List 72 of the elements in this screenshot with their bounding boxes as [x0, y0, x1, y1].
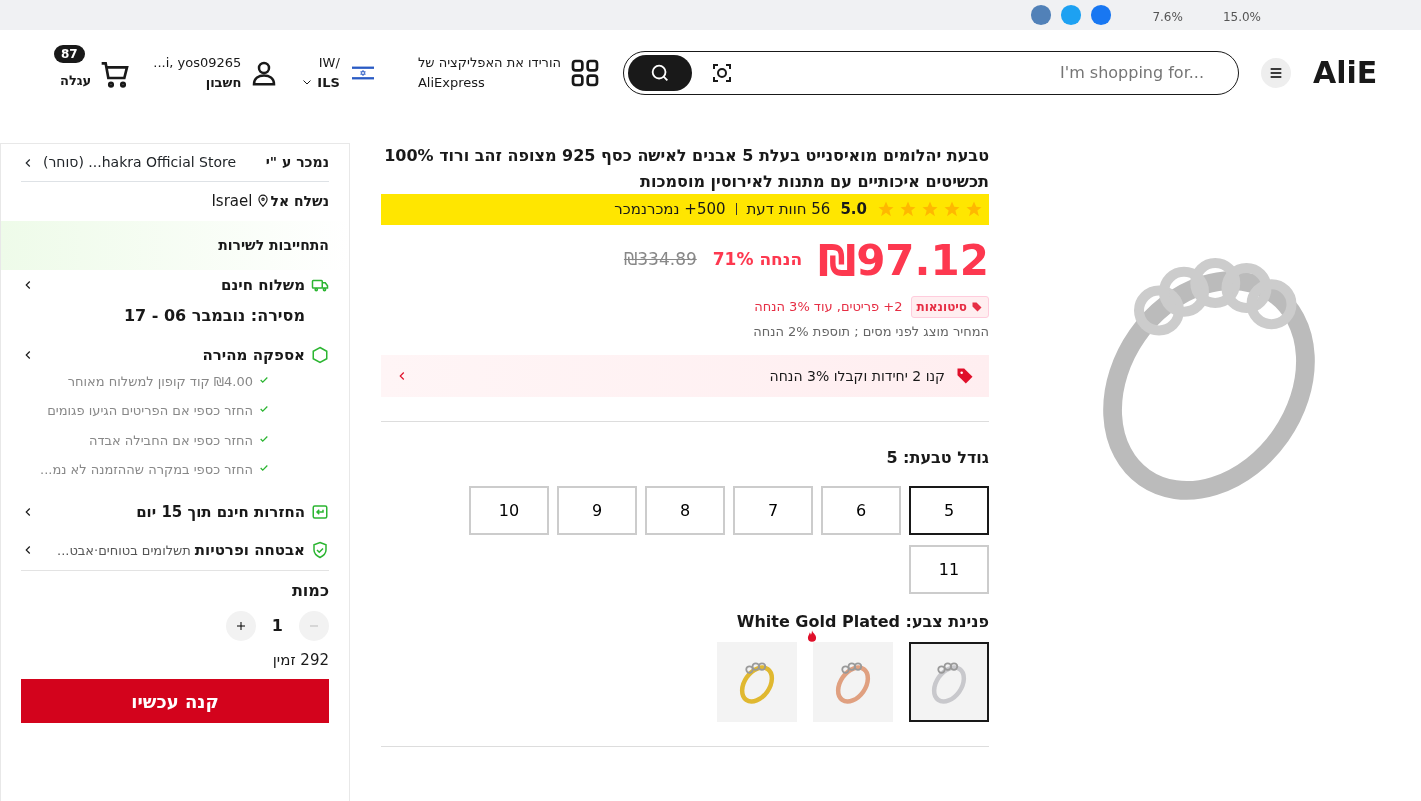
discount-text: הנחה 71%	[712, 248, 803, 272]
cart-label[interactable]: עגלה	[60, 70, 92, 91]
cart-count-badge: 87	[54, 44, 85, 63]
wholesale-badge: סיטונאות	[910, 295, 989, 318]
location-pin-icon	[256, 194, 271, 209]
size-option[interactable]: 11	[909, 545, 989, 595]
increase-button[interactable]	[225, 610, 256, 641]
star-icon	[965, 200, 983, 219]
check-icon	[259, 433, 269, 444]
review-count[interactable]: 56 חוות דעת	[746, 198, 831, 221]
shield-icon	[311, 541, 329, 560]
ship-to-label: נשלח אל	[270, 191, 329, 211]
size-option[interactable]: 9	[557, 486, 637, 536]
sold-count: 500+ נמכרנמכר	[614, 199, 726, 221]
promo-text: 15.0%	[1222, 9, 1261, 26]
app-promo-text[interactable]: הורידו את האפליקציה של	[417, 53, 561, 73]
seller-label: נמכר ע "י	[265, 153, 329, 172]
buy-now-button[interactable]: קנה עכשיו	[21, 679, 329, 723]
account-name[interactable]: ...i, yos09265	[153, 53, 242, 73]
account-label[interactable]: חשבון	[153, 72, 242, 92]
service-title[interactable]: החזרות חינם תוך 15 יום	[136, 500, 305, 523]
promo-banner[interactable]: קנו 2 יחידות וקבלו 3% הנחה	[381, 355, 989, 398]
promo-text: 7.6%	[1152, 9, 1183, 26]
box-icon	[311, 346, 329, 365]
star-icon	[877, 200, 895, 219]
service-detail: החזר כספי אם הפריטים הגיעו פגומים	[47, 402, 253, 420]
price: ₪97.12	[818, 234, 989, 287]
service-detail: ₪4.00 קוד קופון למשלוח מאוחר	[67, 372, 253, 391]
promo-text: קנו 2 יחידות וקבלו 3% הנחה	[769, 366, 945, 386]
check-icon	[259, 404, 269, 414]
ring-swatch[interactable]	[813, 642, 893, 723]
size-option[interactable]: 6	[821, 486, 901, 536]
quantity-value[interactable]: 1	[271, 613, 283, 638]
size-label: גודל טבעת: 5	[885, 447, 989, 470]
service-detail: החזר כספי במקרה שההזמנה לא נמ...	[40, 461, 253, 479]
check-icon	[259, 463, 269, 473]
product-title: טבעת יהלומים מואיסנייט בעלת 5 אבנים לאישה כסף 925 מצופה זהב ורוד 100% תכשיטים איכותיים עם מתנות לאירוסין מוסמכות	[383, 145, 989, 193]
original-price: ₪334.89	[623, 248, 697, 272]
quantity-label: כמות	[290, 579, 329, 602]
color-label: פנינת צבע: White Gold Plated	[735, 611, 989, 634]
service-title[interactable]: משלוח חינם	[221, 273, 305, 296]
ring-swatch[interactable]	[717, 642, 797, 723]
menu-button[interactable]	[1261, 57, 1291, 88]
return-icon	[311, 502, 329, 521]
star-icon	[943, 200, 961, 219]
star-icon	[899, 200, 917, 219]
wholesale-text: 2+ פריטים, עוד 3% הנחה	[754, 297, 903, 316]
service-title[interactable]: אבטחה ופרטיות	[194, 539, 305, 562]
star-icon	[921, 200, 939, 219]
delivery-date: מסירה: נובמבר 06 - 17	[122, 305, 305, 327]
service-note: תשלומים בטוחים·אבט...	[57, 541, 191, 560]
currency-text[interactable]: ILS	[317, 72, 340, 92]
size-option[interactable]: 5	[909, 486, 989, 536]
search-button[interactable]	[628, 54, 692, 91]
service-title[interactable]: אספקה מהירה	[202, 344, 305, 367]
size-option[interactable]: 10	[469, 486, 549, 536]
seller-link[interactable]: (סוחר) ...hakra Official Store	[21, 152, 237, 173]
size-option[interactable]: 8	[645, 486, 725, 536]
ring-swatch[interactable]	[909, 642, 989, 723]
stock-available: 292 זמין	[271, 649, 329, 671]
language-text[interactable]: IW/	[301, 53, 340, 73]
rating-score: 5.0	[840, 199, 867, 221]
app-name-text[interactable]: AliExpress	[417, 72, 561, 92]
tag-icon	[971, 300, 983, 313]
service-title: התחייבות לשירות	[217, 235, 329, 255]
check-icon	[259, 374, 269, 385]
logo[interactable]: AliE	[1313, 50, 1421, 95]
service-detail: החזר כספי אם החבילה אבדה	[88, 431, 253, 450]
size-option[interactable]: 7	[733, 486, 813, 536]
tax-note: המחיר מוצג לפני מסים ; תוספת 2% הנחה	[752, 322, 989, 341]
plus-icon	[234, 620, 247, 632]
ship-to-country[interactable]: Israel	[211, 190, 253, 213]
